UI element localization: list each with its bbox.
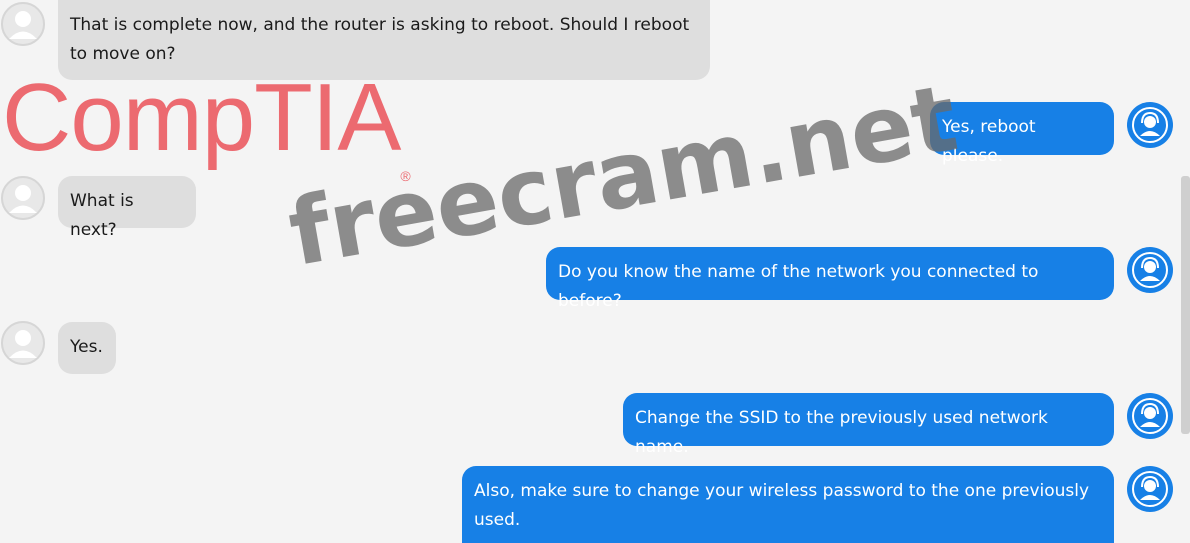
headset-agent-icon xyxy=(1128,248,1172,292)
message-bubble-incoming: Yes. xyxy=(58,322,116,374)
headset-agent-icon xyxy=(1128,103,1172,147)
registered-mark: ® xyxy=(400,168,410,184)
scrollbar-thumb[interactable] xyxy=(1181,176,1190,434)
agent-avatar xyxy=(1127,102,1173,148)
chat-transcript: That is complete now, and the router is … xyxy=(0,0,1190,543)
message-text: What is next? xyxy=(70,191,134,240)
message-text: That is complete now, and the router is … xyxy=(70,15,690,64)
user-silhouette-icon xyxy=(1,176,45,220)
message-text: Do you know the name of the network you … xyxy=(558,262,1039,311)
agent-avatar xyxy=(1127,466,1173,512)
message-bubble-outgoing: Also, make sure to change your wireless … xyxy=(462,466,1114,543)
agent-avatar xyxy=(1127,247,1173,293)
user-silhouette-icon xyxy=(1,321,45,365)
agent-avatar xyxy=(1127,393,1173,439)
user-avatar xyxy=(1,176,45,220)
message-text: Yes, reboot please. xyxy=(942,117,1036,166)
message-bubble-outgoing: Change the SSID to the previously used n… xyxy=(623,393,1114,457)
message-text: Also, make sure to change your wireless … xyxy=(474,481,1090,530)
headset-agent-icon xyxy=(1128,467,1172,511)
message-bubble-outgoing: Do you know the name of the network you … xyxy=(546,247,1114,311)
user-avatar xyxy=(1,321,45,365)
message-text: Yes. xyxy=(70,337,103,357)
comptia-logo: CompTIA® xyxy=(2,68,411,185)
user-avatar xyxy=(1,2,45,46)
logo-text: CompTIA xyxy=(2,64,401,171)
user-silhouette-icon xyxy=(1,2,45,46)
headset-agent-icon xyxy=(1128,394,1172,438)
message-text: Change the SSID to the previously used n… xyxy=(635,408,1048,457)
message-bubble-outgoing: Yes, reboot please. xyxy=(930,102,1114,166)
message-bubble-incoming: What is next? xyxy=(58,176,196,240)
